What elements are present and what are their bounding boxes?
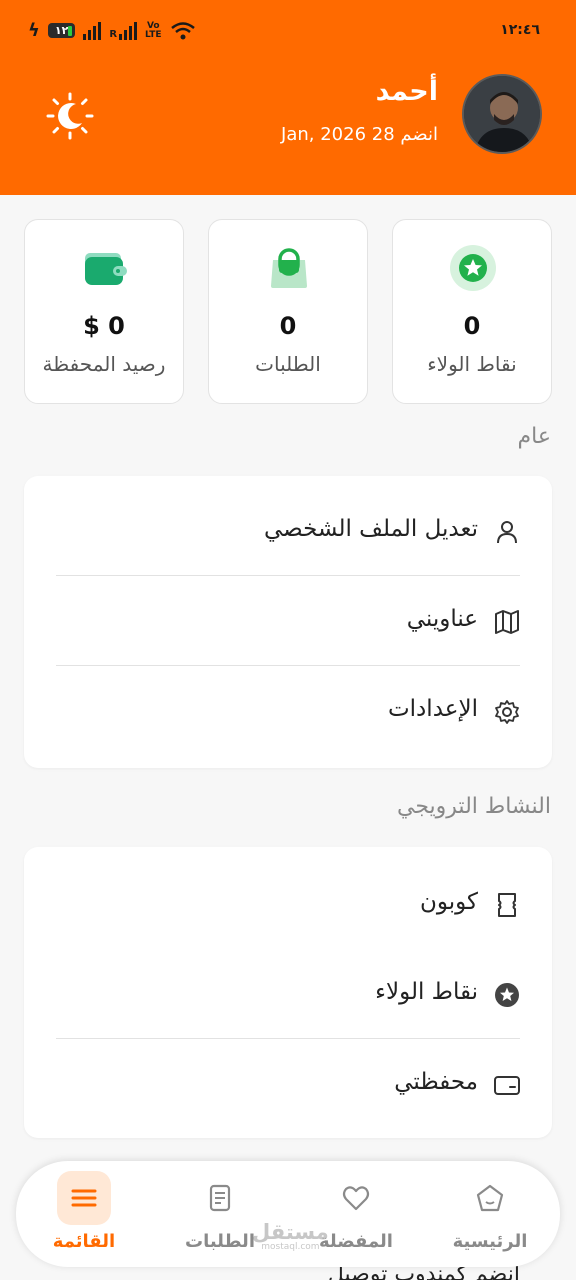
shopping-bag-icon — [271, 248, 307, 288]
menu-item-label: عناويني — [406, 606, 478, 632]
nav-home[interactable]: الرئيسية — [430, 1171, 550, 1261]
orders-card[interactable]: 0 الطلبات — [208, 219, 368, 404]
wallet-balance-card[interactable]: $ 0 رصيد المحفظة — [24, 219, 184, 404]
signal-icon — [83, 21, 102, 40]
profile-header: ϟ ١٢ R Vo LTE ١٢:٤٦ أحمد انضم 28 Jan, 202… — [0, 0, 576, 195]
user-name: أحمد — [375, 76, 438, 107]
orders-value: 0 — [279, 312, 297, 340]
user-icon — [497, 521, 517, 544]
moon-sun-icon — [46, 92, 94, 140]
gear-icon — [495, 700, 519, 724]
status-time: ١٢:٤٦ — [500, 22, 540, 38]
nav-label: الرئيسية — [452, 1231, 528, 1252]
volte-icon: Vo LTE — [145, 20, 162, 40]
loyalty-points-card[interactable]: 0 نقاط الولاء — [392, 219, 552, 404]
watermark-sub: mostaql.com — [261, 1242, 320, 1252]
watermark-text: مستقل — [252, 1220, 329, 1244]
menu-icon — [71, 1189, 97, 1207]
nav-label: القائمة — [52, 1231, 116, 1252]
avatar[interactable] — [462, 74, 542, 154]
wallet-balance-label: رصيد المحفظة — [42, 352, 166, 376]
menu-item-label: نقاط الولاء — [375, 979, 478, 1005]
menu-item-label: الإعدادات — [388, 696, 478, 722]
star-badge-icon — [450, 245, 496, 291]
menu-item-edit-profile[interactable]: تعديل الملف الشخصي — [56, 486, 520, 576]
map-icon — [495, 610, 519, 634]
menu-item-label: تعديل الملف الشخصي — [263, 516, 478, 542]
heart-icon — [342, 1186, 370, 1211]
menu-item-coupon[interactable]: كوبون — [56, 859, 520, 949]
section-title-promo: النشاط الترويجي — [397, 794, 551, 819]
nav-menu[interactable]: القائمة — [24, 1171, 144, 1261]
menu-item-label: محفظتي — [394, 1069, 478, 1095]
theme-toggle-button[interactable] — [46, 92, 94, 140]
loyalty-points-value: 0 — [463, 312, 481, 340]
menu-item-label: كوبون — [419, 889, 478, 915]
menu-item-settings[interactable]: الإعدادات — [56, 666, 520, 756]
wallet-icon — [85, 253, 127, 285]
loyalty-points-label: نقاط الولاء — [427, 352, 517, 376]
promo-menu-card: كوبون نقاط الولاء محفظتي — [24, 847, 552, 1138]
orders-label: الطلبات — [255, 352, 321, 376]
battery-indicator: ١٢ — [47, 23, 76, 38]
wifi-icon — [170, 21, 195, 39]
wallet-outline-icon — [494, 1076, 520, 1095]
menu-item-my-wallet[interactable]: محفظتي — [56, 1039, 520, 1129]
menu-item-addresses[interactable]: عناويني — [56, 576, 520, 666]
star-icon — [495, 983, 519, 1007]
join-date: انضم 28 Jan, 2026 — [281, 124, 438, 145]
status-bar: ϟ ١٢ R Vo LTE ١٢:٤٦ — [0, 0, 576, 62]
charging-icon: ϟ — [28, 20, 40, 41]
home-icon — [476, 1184, 504, 1212]
menu-item-loyalty-points[interactable]: نقاط الولاء — [56, 949, 520, 1039]
wallet-balance-value: $ 0 — [83, 312, 125, 340]
general-menu-card: تعديل الملف الشخصي عناويني الإعدادات — [24, 476, 552, 768]
section-title-general: عام — [517, 424, 551, 449]
orders-icon — [209, 1184, 231, 1212]
signal-roaming-icon: R — [109, 21, 138, 40]
watermark: مستقل mostaql.com — [252, 1220, 329, 1253]
coupon-icon — [498, 893, 516, 917]
